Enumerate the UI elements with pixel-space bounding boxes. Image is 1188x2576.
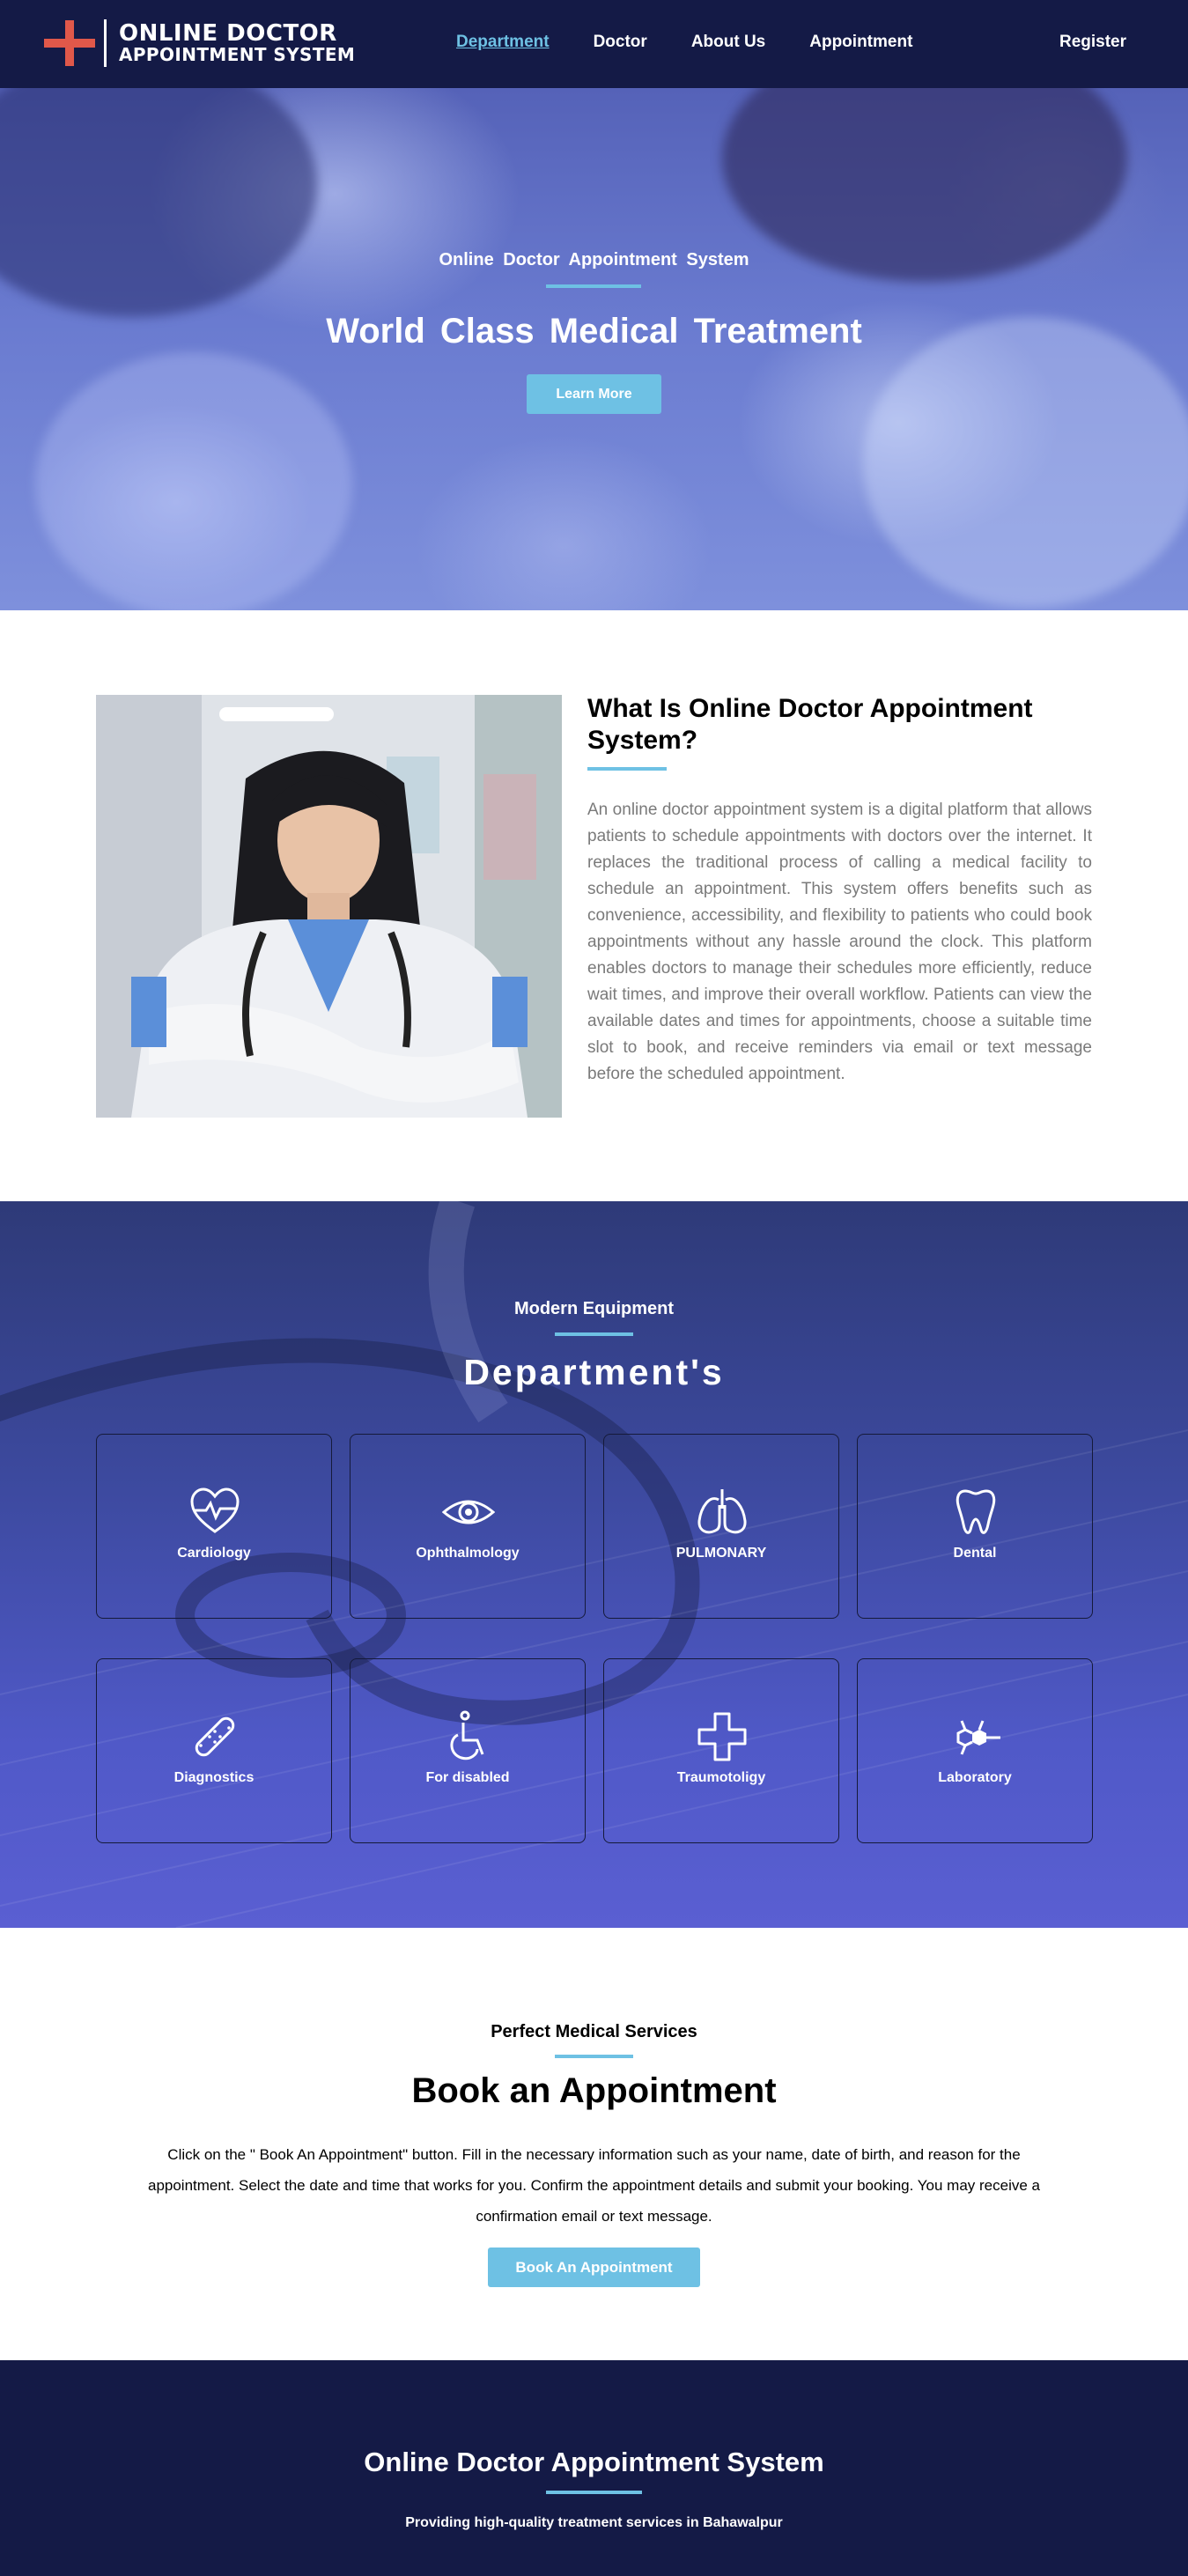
hero-kicker: Online Doctor Appointment System: [439, 250, 749, 269]
hero-content: Online Doctor Appointment System World C…: [0, 88, 1188, 610]
about-section: What Is Online Doctor Appointment System…: [0, 610, 1188, 1201]
nav-link-doctor[interactable]: Doctor: [594, 33, 647, 52]
department-card-ophthalmology[interactable]: Ophthalmology: [350, 1434, 586, 1619]
department-label: PULMONARY: [675, 1546, 767, 1561]
department-label: Laboratory: [938, 1770, 1012, 1785]
departments-underline: [555, 1332, 633, 1336]
medical-cross-logo-icon: [44, 20, 95, 66]
nav-links: Department Doctor About Us Appointment: [456, 33, 956, 52]
footer-subtitle: Providing high-quality treatment service…: [405, 2515, 783, 2530]
tooth-icon: [956, 1489, 996, 1534]
departments-section: Modern Equipment Department's Cardiology…: [0, 1201, 1188, 1928]
logo-line-2: APPOINTMENT SYSTEM: [119, 44, 356, 66]
bandage-icon: [195, 1716, 235, 1757]
department-label: Diagnostics: [173, 1770, 255, 1785]
nav-link-department[interactable]: Department: [456, 33, 550, 52]
nav-link-appointment[interactable]: Appointment: [809, 33, 912, 52]
wheelchair-icon: [450, 1710, 484, 1760]
department-card-cardiology[interactable]: Cardiology: [96, 1434, 332, 1619]
logo-text: ONLINE DOCTOR APPOINTMENT SYSTEM: [119, 19, 356, 66]
nav-link-about-us[interactable]: About Us: [691, 33, 765, 52]
learn-more-button[interactable]: Learn More: [527, 374, 661, 414]
footer: Online Doctor Appointment System Providi…: [0, 2360, 1188, 2576]
department-card-pulmonary[interactable]: PULMONARY: [603, 1434, 839, 1619]
department-label: Dental: [953, 1546, 997, 1561]
doctor-illustration: [96, 695, 562, 1118]
department-label: For disabled: [425, 1770, 510, 1785]
doctor-photo: [96, 695, 562, 1118]
lungs-icon: [697, 1489, 747, 1534]
department-card-laboratory[interactable]: Laboratory: [857, 1658, 1093, 1843]
department-card-traumotoligy[interactable]: Traumotoligy: [603, 1658, 839, 1843]
book-underline: [555, 2055, 633, 2058]
departments-kicker: Modern Equipment: [513, 1299, 675, 1318]
book-description: Click on the " Book An Appointment" butt…: [147, 2146, 1041, 2225]
department-label: Cardiology: [177, 1546, 251, 1561]
hero-banner: Online Doctor Appointment System World C…: [0, 88, 1188, 610]
eye-icon: [442, 1500, 495, 1524]
medical-cross-icon: [697, 1712, 747, 1761]
top-navbar: ONLINE DOCTOR APPOINTMENT SYSTEM Departm…: [0, 0, 1188, 88]
logo-divider: [104, 19, 107, 67]
footer-underline: [546, 2491, 642, 2494]
heart-pulse-icon: [190, 1487, 240, 1533]
book-appointment-button[interactable]: Book An Appointment: [488, 2248, 700, 2287]
department-card-diagnostics[interactable]: Diagnostics: [96, 1658, 332, 1843]
book-kicker: Perfect Medical Services: [491, 2022, 697, 2041]
about-title: What Is Online Doctor Appointment System…: [587, 694, 1033, 755]
site-logo[interactable]: ONLINE DOCTOR APPOINTMENT SYSTEM: [44, 19, 355, 67]
molecule-icon: [956, 1720, 1000, 1755]
department-card-for-disabled[interactable]: For disabled: [350, 1658, 586, 1843]
department-card-dental[interactable]: Dental: [857, 1434, 1093, 1619]
book-title: Book an Appointment: [411, 2071, 777, 2110]
book-appointment-section: Perfect Medical Services Book an Appoint…: [0, 1928, 1188, 2360]
departments-title: Department's: [463, 1352, 725, 1392]
hero-title: World Class Medical Treatment: [326, 312, 862, 351]
register-link[interactable]: Register: [1059, 33, 1126, 52]
hero-underline: [546, 284, 641, 288]
about-underline: [587, 767, 667, 771]
about-description: An online doctor appointment system is a…: [587, 801, 1092, 1083]
department-label: Traumotoligy: [676, 1770, 766, 1785]
footer-title: Online Doctor Appointment System: [364, 2447, 824, 2477]
logo-line-1: ONLINE DOCTOR: [119, 19, 337, 47]
department-label: Ophthalmology: [416, 1546, 520, 1561]
